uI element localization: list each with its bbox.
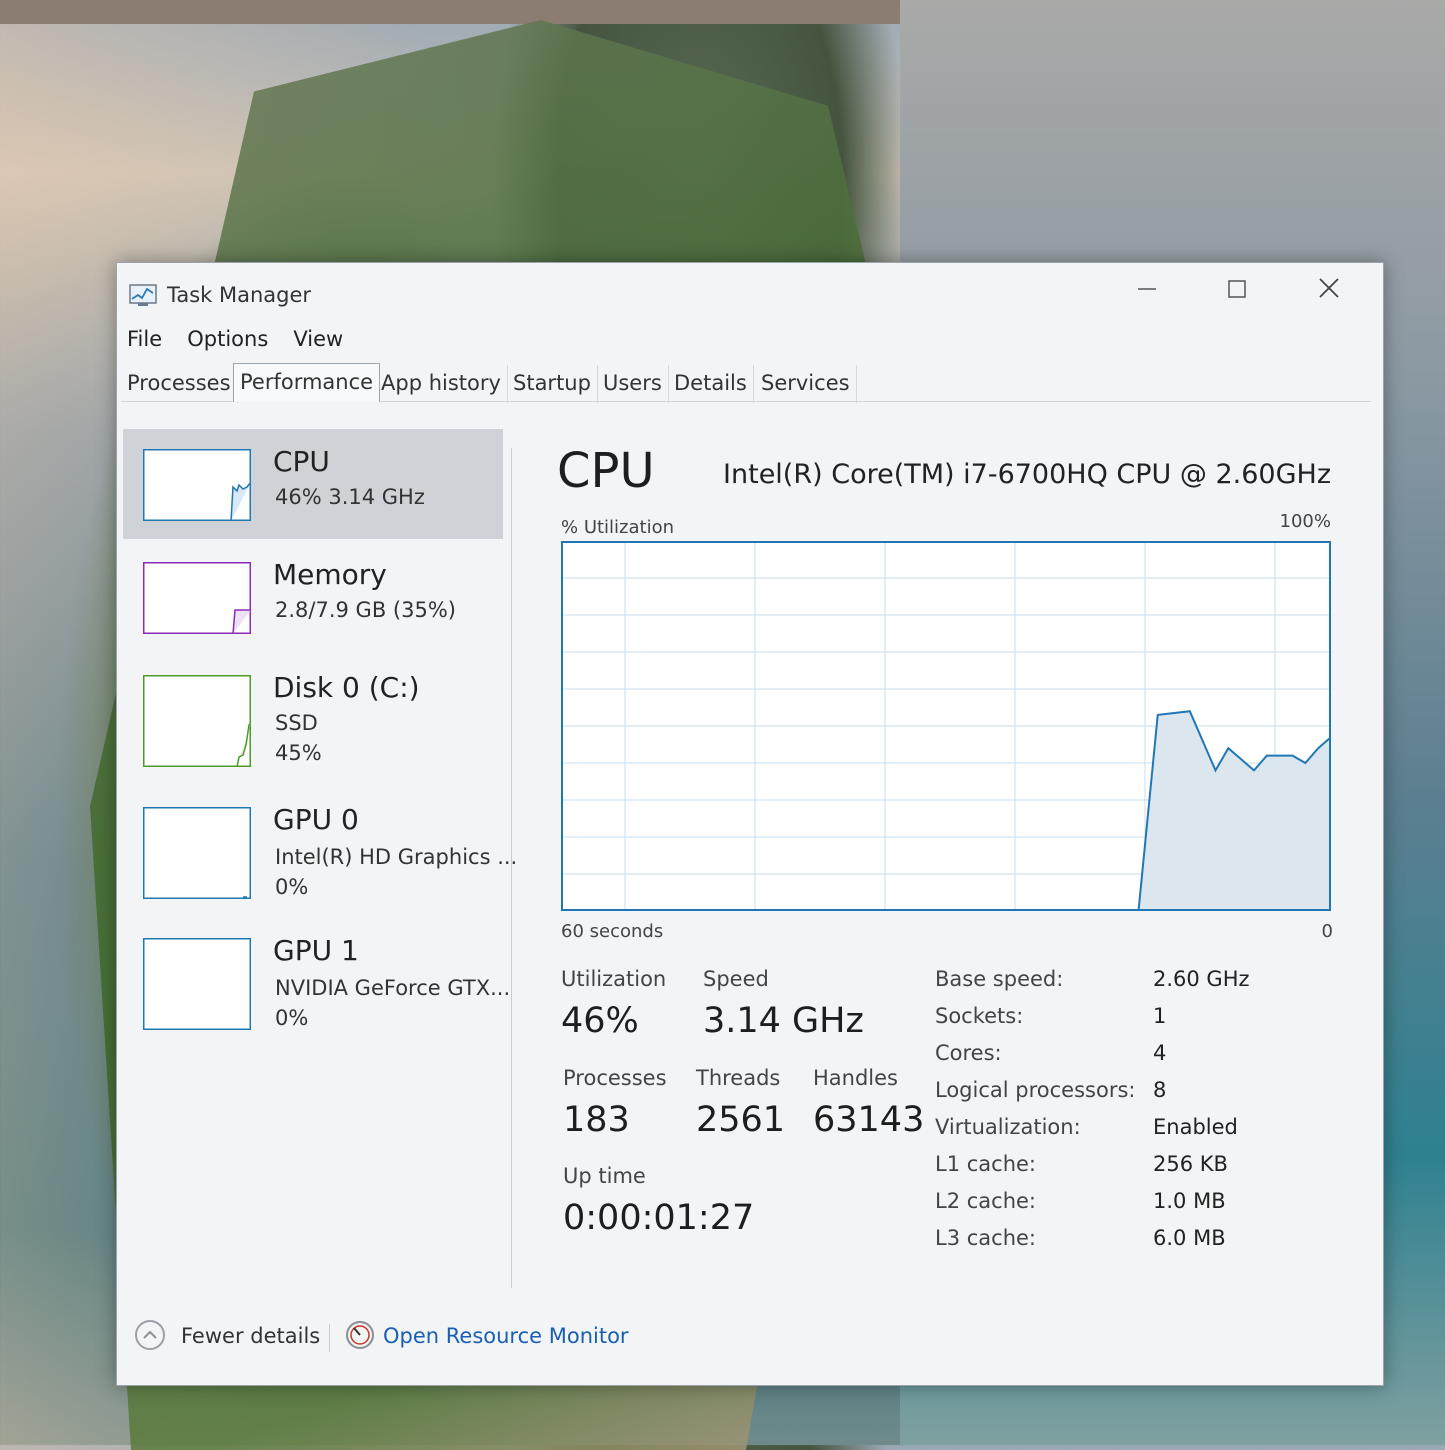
- close-button[interactable]: [1299, 271, 1359, 311]
- processes-value: 183: [563, 1100, 630, 1140]
- tab-performance[interactable]: Performance: [233, 363, 381, 402]
- sidebar-disk-title: Disk 0 (C:): [273, 671, 420, 704]
- sidebar-item-disk[interactable]: Disk 0 (C:) SSD 45%: [123, 655, 503, 767]
- utilization-value: 46%: [561, 1001, 639, 1041]
- disk-thumbnail-graph: [143, 675, 251, 767]
- spec-cores-value: 4: [1153, 1041, 1167, 1065]
- spec-logical-processors-label: Logical processors:: [935, 1078, 1136, 1102]
- maximize-button[interactable]: [1207, 271, 1267, 311]
- threads-value: 2561: [696, 1100, 786, 1140]
- sidebar-item-cpu[interactable]: CPU 46% 3.14 GHz: [123, 429, 503, 539]
- handles-value: 63143: [813, 1100, 925, 1140]
- handles-label: Handles: [813, 1066, 898, 1090]
- cpu-utilization-graph: [561, 541, 1331, 911]
- spec-logical-processors-value: 8: [1153, 1078, 1167, 1102]
- spec-l2-cache-value: 1.0 MB: [1153, 1189, 1226, 1213]
- close-icon: [1319, 278, 1339, 298]
- speed-value: 3.14 GHz: [703, 1001, 864, 1041]
- processes-label: Processes: [563, 1066, 667, 1090]
- menu-bar: File Options View: [127, 327, 363, 357]
- chevron-up-icon: [143, 1330, 157, 1339]
- utilization-axis-label: % Utilization: [561, 517, 675, 538]
- utilization-label: Utilization: [561, 967, 667, 991]
- sidebar-disk-type: SSD: [275, 711, 318, 735]
- time-axis-zero: 0: [1321, 921, 1333, 942]
- tab-bar: Processes Performance App history Startu…: [121, 361, 1371, 403]
- minimize-button[interactable]: [1117, 271, 1177, 311]
- tab-services[interactable]: Services: [755, 365, 857, 403]
- sidebar-item-gpu1[interactable]: GPU 1 NVIDIA GeForce GTX... 0%: [123, 918, 510, 1030]
- spec-base-speed-value: 2.60 GHz: [1153, 967, 1250, 991]
- spec-virtualization-label: Virtualization:: [935, 1115, 1081, 1139]
- speed-label: Speed: [703, 967, 769, 991]
- spec-l3-cache-value: 6.0 MB: [1153, 1226, 1226, 1250]
- spec-l1-cache-label: L1 cache:: [935, 1152, 1037, 1176]
- window-title: Task Manager: [167, 283, 312, 307]
- tab-details[interactable]: Details: [668, 365, 754, 403]
- gpu1-thumbnail-graph: [143, 938, 251, 1030]
- menu-options[interactable]: Options: [187, 327, 268, 351]
- sidebar-gpu1-usage: 0%: [275, 1006, 309, 1030]
- sidebar-gpu0-title: GPU 0: [273, 803, 359, 836]
- sidebar-disk-usage: 45%: [275, 741, 322, 765]
- fewer-details-button[interactable]: Fewer details: [181, 1324, 320, 1348]
- sidebar-cpu-title: CPU: [273, 445, 330, 478]
- menu-view[interactable]: View: [293, 327, 343, 351]
- menu-file[interactable]: File: [127, 327, 162, 351]
- spec-sockets-value: 1: [1153, 1004, 1167, 1028]
- sidebar-gpu0-name: Intel(R) HD Graphics ...: [275, 845, 518, 869]
- spec-l2-cache-label: L2 cache:: [935, 1189, 1037, 1213]
- pane-divider[interactable]: [511, 448, 512, 1288]
- spec-base-speed-label: Base speed:: [935, 967, 1064, 991]
- open-resource-monitor-link[interactable]: Open Resource Monitor: [383, 1324, 629, 1348]
- fewer-details-icon[interactable]: [135, 1320, 165, 1350]
- memory-thumbnail-graph: [143, 562, 251, 634]
- spec-l1-cache-value: 256 KB: [1153, 1152, 1228, 1176]
- time-axis-label: 60 seconds: [561, 921, 664, 942]
- sidebar-gpu1-name: NVIDIA GeForce GTX...: [275, 976, 511, 1000]
- task-manager-window: Task Manager File Options View Processes…: [116, 262, 1384, 1386]
- maximize-icon: [1228, 280, 1246, 298]
- sidebar-memory-usage: 2.8/7.9 GB (35%): [275, 598, 456, 622]
- tab-users[interactable]: Users: [597, 365, 669, 403]
- task-manager-icon: [129, 284, 157, 306]
- spec-sockets-label: Sockets:: [935, 1004, 1024, 1028]
- tab-processes[interactable]: Processes: [121, 365, 238, 403]
- page-title: CPU: [557, 443, 655, 499]
- cpu-model-name: Intel(R) Core(TM) i7-6700HQ CPU @ 2.60GH…: [723, 459, 1331, 490]
- resource-monitor-icon[interactable]: [345, 1320, 375, 1350]
- sidebar-item-memory[interactable]: Memory 2.8/7.9 GB (35%): [123, 542, 503, 652]
- sidebar-cpu-usage: 46% 3.14 GHz: [275, 485, 425, 509]
- spec-cores-label: Cores:: [935, 1041, 1002, 1065]
- sidebar-gpu0-usage: 0%: [275, 875, 309, 899]
- gpu0-thumbnail-graph: [143, 807, 251, 899]
- threads-label: Threads: [696, 1066, 781, 1090]
- cpu-thumbnail-graph: [143, 449, 251, 521]
- uptime-label: Up time: [563, 1164, 646, 1188]
- sidebar-item-gpu0[interactable]: GPU 0 Intel(R) HD Graphics ... 0%: [123, 787, 517, 899]
- tab-app-history[interactable]: App history: [375, 365, 508, 403]
- tab-startup[interactable]: Startup: [507, 365, 598, 403]
- minimize-icon: [1138, 288, 1156, 290]
- footer-separator: [329, 1324, 330, 1352]
- spec-virtualization-value: Enabled: [1153, 1115, 1238, 1139]
- footer-bar: Fewer details Open Resource Monitor: [131, 1318, 731, 1358]
- title-bar[interactable]: Task Manager: [117, 263, 1383, 325]
- sidebar-memory-title: Memory: [273, 558, 387, 591]
- utilization-axis-max: 100%: [1279, 511, 1331, 532]
- uptime-value: 0:00:01:27: [563, 1198, 755, 1238]
- resource-sidebar: CPU 46% 3.14 GHz Memory 2.8/7.9 GB (35%)…: [123, 429, 517, 1289]
- sidebar-gpu1-title: GPU 1: [273, 934, 359, 967]
- spec-l3-cache-label: L3 cache:: [935, 1226, 1037, 1250]
